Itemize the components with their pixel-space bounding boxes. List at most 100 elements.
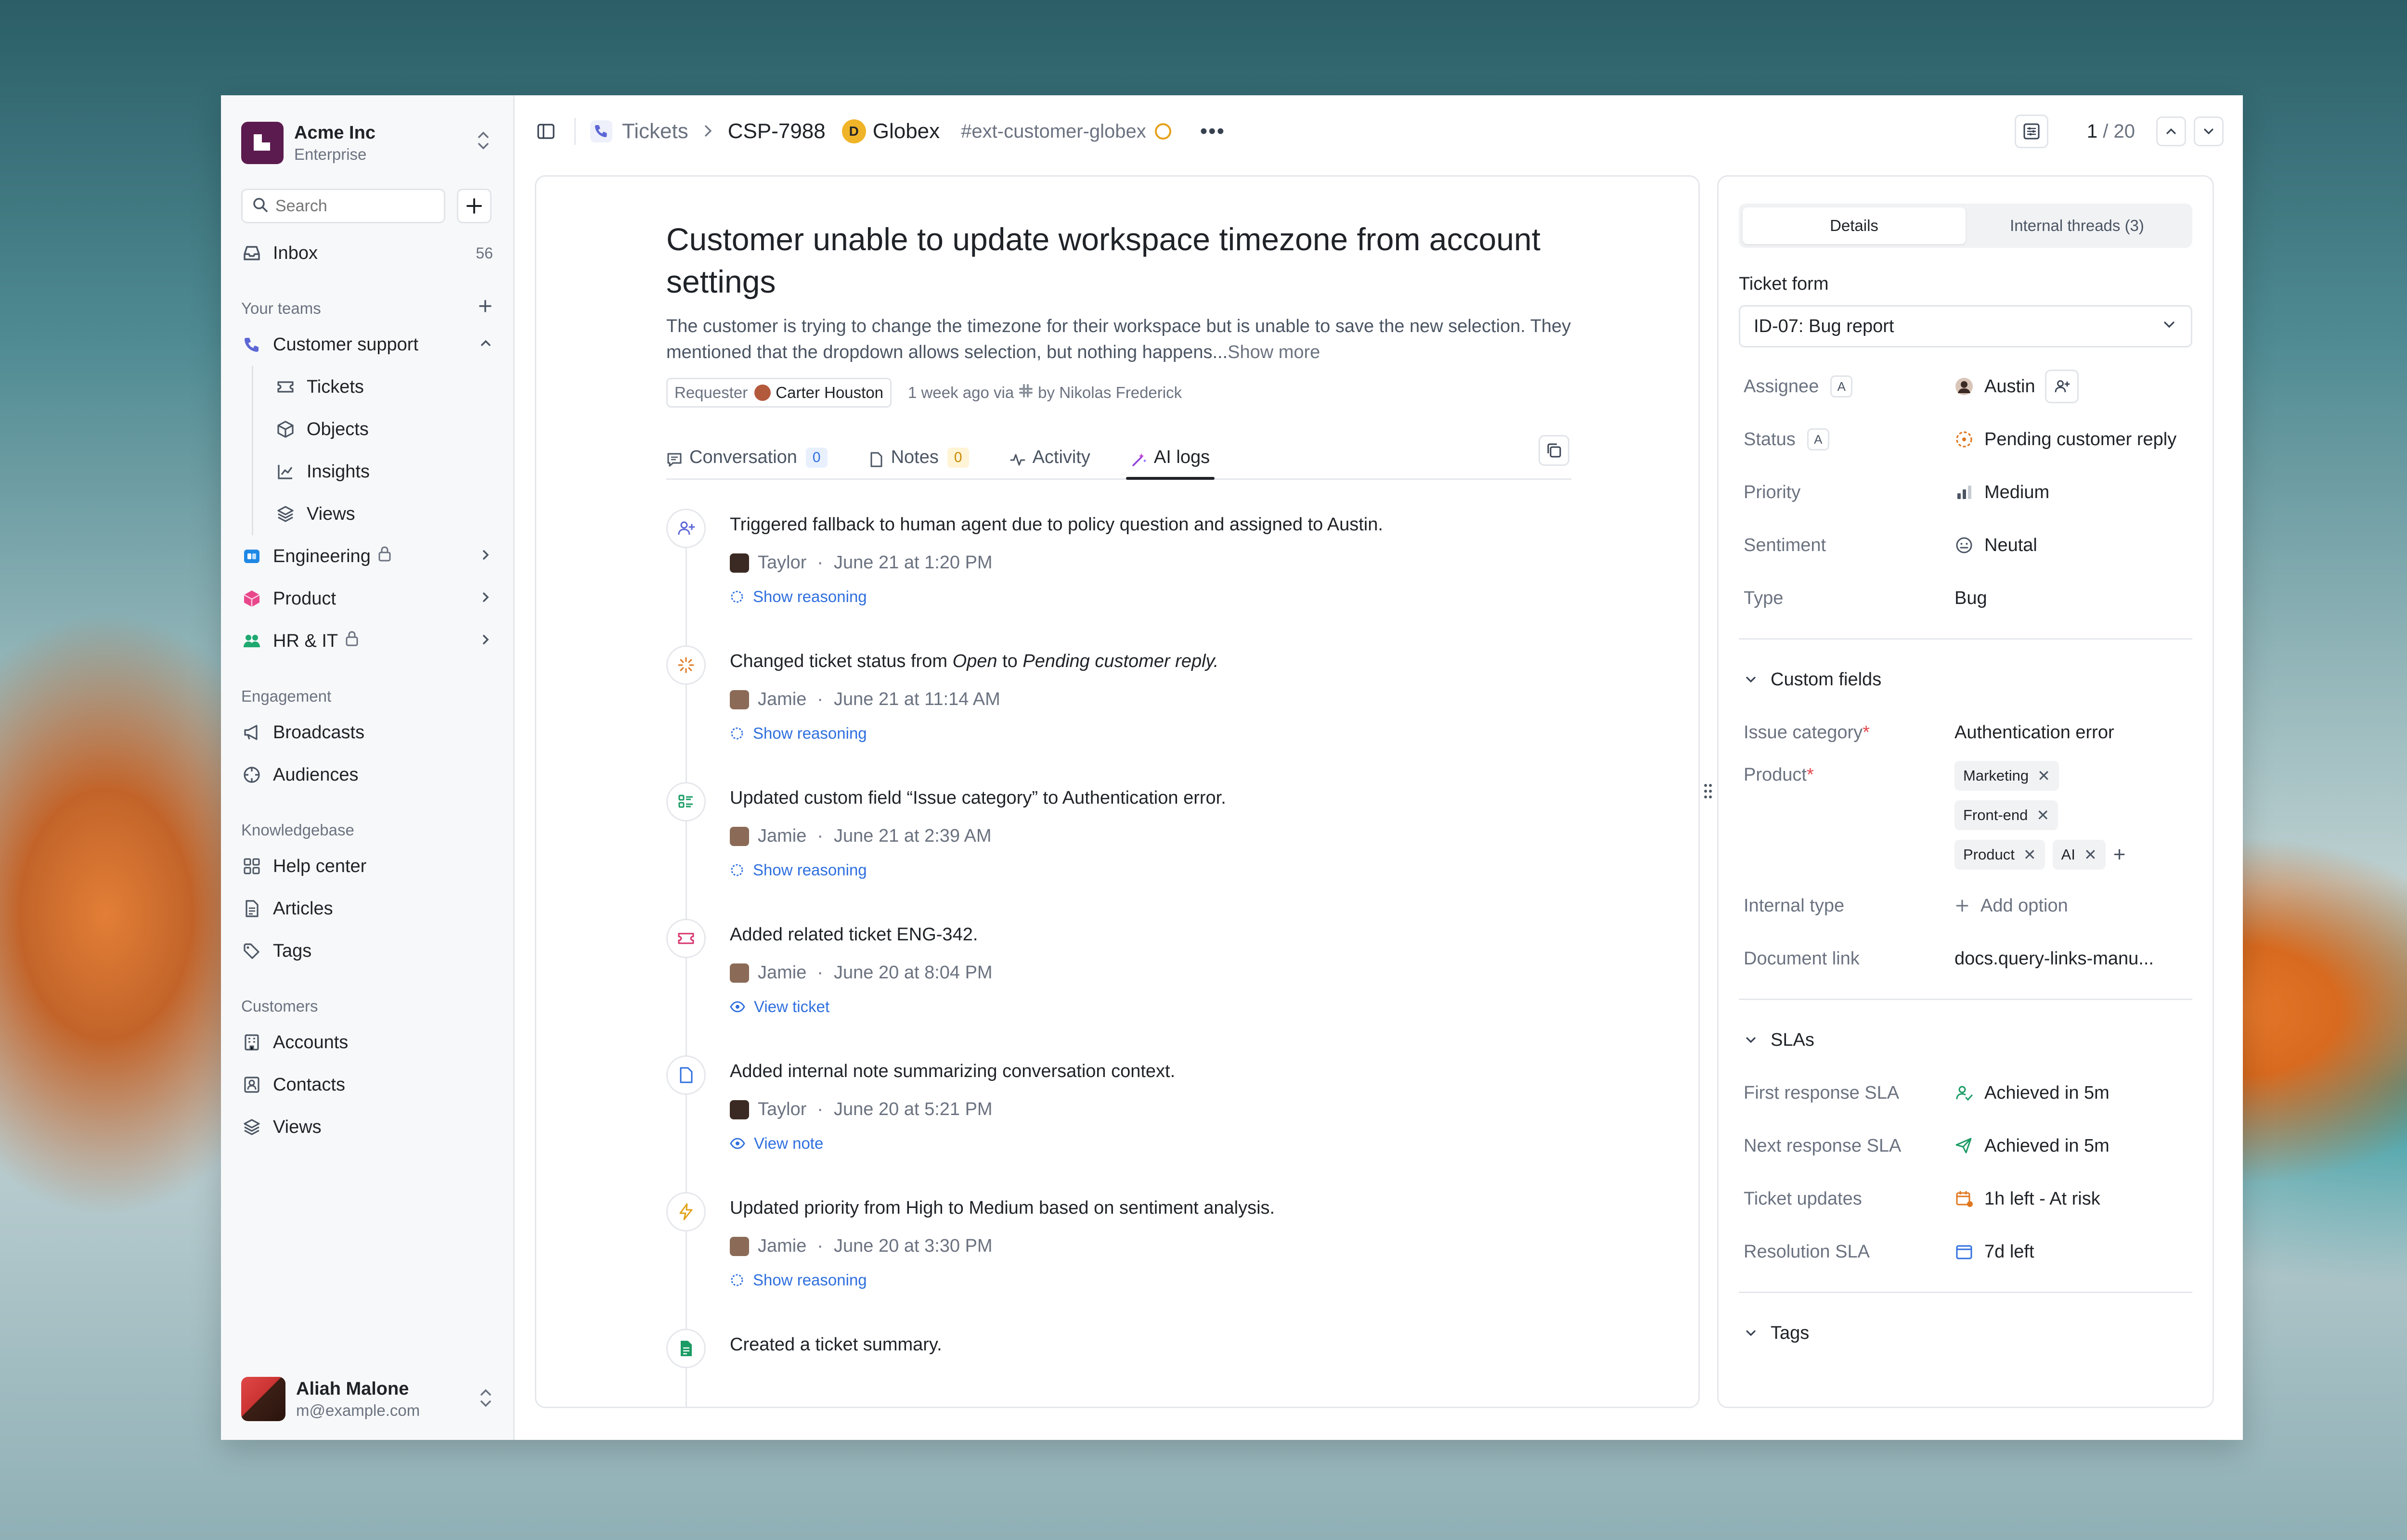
- first-response-sla-value: Achieved in 5m: [1954, 1083, 2192, 1104]
- user-name: Aliah Malone: [296, 1378, 409, 1399]
- sidebar-item-audiences[interactable]: Audiences: [241, 754, 493, 796]
- divider: [1739, 638, 2192, 640]
- view-ticket-link[interactable]: View ticket: [730, 998, 1571, 1016]
- required-mark: *: [1863, 722, 1870, 743]
- log-time: June 20 at 3:30 PM: [834, 1236, 993, 1256]
- show-reasoning-link[interactable]: Show reasoning: [730, 1271, 1571, 1289]
- add-chip-icon[interactable]: +: [2113, 843, 2126, 867]
- search-input[interactable]: [275, 196, 420, 216]
- chevron-down-icon: [1744, 1033, 1758, 1047]
- sidebar-item-customer-support[interactable]: Customer support: [241, 323, 493, 366]
- remove-chip-icon[interactable]: ✕: [2036, 806, 2049, 824]
- status-field[interactable]: Pending customer reply: [1954, 429, 2192, 450]
- ticket-form-select[interactable]: ID-07: Bug report: [1739, 305, 2192, 347]
- first-response-sla-row: First response SLA Achieved in 5m: [1739, 1066, 2192, 1119]
- add-option-button[interactable]: Add option: [1954, 896, 2192, 916]
- assign-user-button[interactable]: [2045, 370, 2079, 403]
- workspace-switcher[interactable]: Acme Inc Enterprise: [241, 95, 493, 174]
- chevron-down-icon: [2204, 128, 2213, 135]
- resize-handle[interactable]: [1701, 777, 1715, 806]
- product-chip[interactable]: Product ✕: [1954, 840, 2045, 870]
- priority-field[interactable]: Medium: [1954, 482, 2192, 503]
- remove-chip-icon[interactable]: ✕: [2023, 846, 2036, 864]
- user-add-icon: [2055, 380, 2070, 393]
- action-label: Show reasoning: [753, 724, 867, 742]
- type-field[interactable]: Bug: [1954, 588, 2192, 609]
- sidebar-item-hr-it[interactable]: HR & IT: [241, 620, 493, 662]
- timeline-item: Updated custom field “Issue category” to…: [666, 782, 1571, 919]
- sidebar-toggle-icon[interactable]: [534, 119, 558, 143]
- company-name[interactable]: Globex: [873, 119, 940, 143]
- assignee-field[interactable]: Austin: [1954, 370, 2192, 403]
- sidebar-item-broadcasts[interactable]: Broadcasts: [241, 711, 493, 754]
- customer-support-subnav: Tickets Objects Insights Views: [241, 366, 493, 535]
- sidebar-item-tags[interactable]: Tags: [241, 930, 493, 972]
- ticket-form-value: ID-07: Bug report: [1754, 316, 1894, 336]
- tab-activity[interactable]: Activity: [1009, 427, 1090, 478]
- sidebar-item-articles[interactable]: Articles: [241, 887, 493, 930]
- ticket-meta: Requester Carter Houston 1 week ago via …: [666, 378, 1571, 408]
- requester-chip[interactable]: Requester Carter Houston: [666, 378, 892, 408]
- pager-total: / 20: [2103, 120, 2135, 142]
- tags-toggle[interactable]: Tags: [1739, 1307, 2192, 1360]
- slack-channel-link[interactable]: #ext-customer-globex: [961, 121, 1146, 142]
- tab-notes[interactable]: Notes 0: [868, 427, 969, 478]
- view-note-link[interactable]: View note: [730, 1134, 1571, 1153]
- grid-icon: [241, 856, 262, 877]
- previous-ticket-button[interactable]: [2156, 116, 2186, 146]
- product-chip[interactable]: AI ✕: [2052, 840, 2106, 870]
- tab-details[interactable]: Details: [1743, 207, 1966, 244]
- document-link-row: Document link docs.query-links-manu...: [1739, 932, 2192, 985]
- sidebar-item-views[interactable]: Views: [275, 493, 493, 535]
- sidebar-item-customer-views[interactable]: Views: [241, 1106, 493, 1148]
- calendar-icon: [1954, 1242, 1974, 1261]
- user-menu[interactable]: Aliah Malone m@example.com: [241, 1373, 493, 1425]
- product-chip[interactable]: Front-end ✕: [1954, 800, 2058, 830]
- document-link[interactable]: docs.query-links-manu...: [1954, 949, 2192, 969]
- tab-conversation[interactable]: Conversation 0: [666, 427, 828, 478]
- type-row: Type Bug: [1739, 572, 2192, 625]
- sidebar-item-label: Tickets: [307, 376, 364, 397]
- sentiment-field[interactable]: Neutal: [1954, 535, 2192, 556]
- prop-label: Document link: [1744, 948, 1860, 969]
- tab-internal-threads[interactable]: Internal threads (3): [1966, 207, 2188, 244]
- issue-category-field[interactable]: Authentication error: [1954, 722, 2192, 743]
- search-box[interactable]: [241, 189, 445, 223]
- sidebar-item-contacts[interactable]: Contacts: [241, 1064, 493, 1106]
- breadcrumb-tickets[interactable]: Tickets: [622, 119, 688, 143]
- more-options-button[interactable]: •••: [1200, 119, 1225, 143]
- sidebar-item-product[interactable]: Product: [241, 578, 493, 620]
- remove-chip-icon[interactable]: ✕: [2084, 846, 2097, 864]
- custom-fields-toggle[interactable]: Custom fields: [1739, 653, 2192, 706]
- ticket-pager: 1 / 20: [2087, 121, 2135, 142]
- sidebar-item-engineering[interactable]: Engineering: [241, 535, 493, 578]
- prop-label: Issue category: [1744, 722, 1863, 743]
- sidebar-item-objects[interactable]: Objects: [275, 408, 493, 450]
- internal-type-row: Internal type Add option: [1739, 879, 2192, 932]
- group-title: SLAs: [1771, 1029, 1814, 1050]
- show-reasoning-link[interactable]: Show reasoning: [730, 861, 1571, 879]
- show-more-link[interactable]: Show more: [1228, 342, 1320, 362]
- sidebar-item-label: Audiences: [273, 764, 359, 785]
- show-reasoning-link[interactable]: Show reasoning: [730, 588, 1571, 606]
- tab-ai-logs[interactable]: AI logs: [1126, 427, 1215, 480]
- remove-chip-icon[interactable]: ✕: [2037, 767, 2050, 785]
- next-ticket-button[interactable]: [2194, 116, 2224, 146]
- new-button[interactable]: [457, 189, 492, 223]
- sidebar-item-accounts[interactable]: Accounts: [241, 1021, 493, 1064]
- slas-toggle[interactable]: SLAs: [1739, 1014, 2192, 1066]
- sidebar-item-help-center[interactable]: Help center: [241, 845, 493, 887]
- add-team-icon[interactable]: [478, 298, 493, 318]
- copy-icon: [1547, 443, 1561, 458]
- sidebar-item-insights[interactable]: Insights: [275, 450, 493, 493]
- product-team-icon: [241, 588, 262, 609]
- ticket-icon: [275, 376, 296, 398]
- product-chip[interactable]: Marketing ✕: [1954, 761, 2059, 791]
- user-avatar: [730, 1100, 749, 1119]
- action-label: View note: [754, 1134, 824, 1152]
- sidebar-item-tickets[interactable]: Tickets: [275, 366, 493, 408]
- copy-button[interactable]: [1539, 435, 1569, 466]
- show-reasoning-link[interactable]: Show reasoning: [730, 724, 1571, 743]
- sidebar-item-inbox[interactable]: Inbox 56: [241, 232, 493, 274]
- view-settings-button[interactable]: [2014, 115, 2048, 148]
